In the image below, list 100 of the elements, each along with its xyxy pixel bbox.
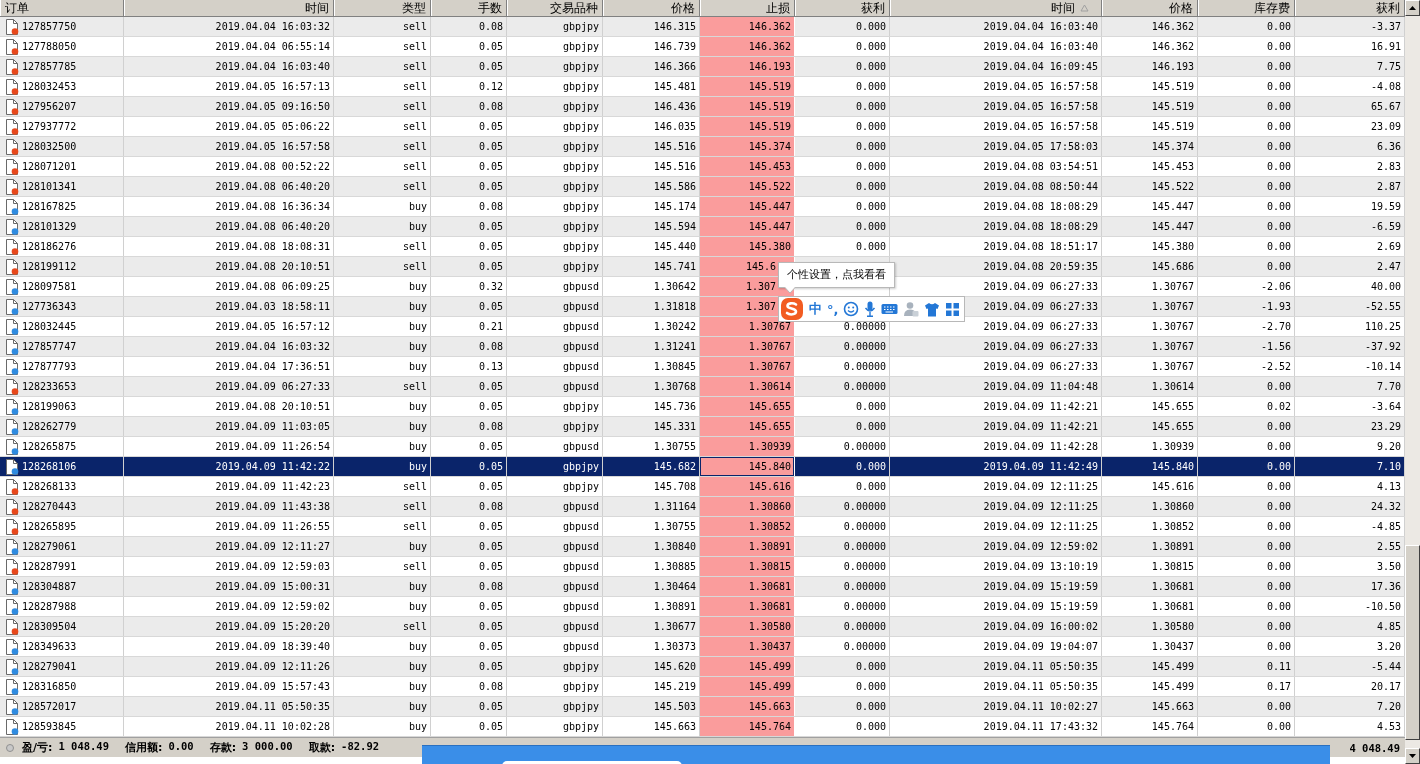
column-header[interactable]: 库存费 [1198, 0, 1295, 16]
table-cell: 2019.04.08 06:40:20 [124, 177, 334, 196]
punctuation-toggle[interactable]: °, [827, 301, 839, 317]
table-cell: 145.519 [700, 97, 795, 116]
table-row[interactable]: 128270443 2019.04.09 11:43:38 sell 0.08 gbpusd 1.31164 1.30860 0.00000 2019.04.09 12:11:25 1.30860 0.00 24.32 [0, 497, 1405, 517]
scroll-up-button[interactable] [1405, 0, 1420, 16]
table-cell: 0.05 [431, 137, 507, 156]
table-cell: 146.362 [1102, 17, 1198, 36]
table-cell: 2019.04.11 10:02:28 [124, 717, 334, 736]
table-cell: 145.519 [700, 77, 795, 96]
table-cell: 1.30767 [1102, 337, 1198, 356]
table-cell: 0.05 [431, 597, 507, 616]
table-cell: 2019.04.08 20:10:51 [124, 257, 334, 276]
document-icon [5, 138, 19, 155]
table-cell: 0.21 [431, 317, 507, 336]
table-cell: 1.30681 [1102, 577, 1198, 596]
status-value: 1 048.49 [58, 740, 109, 754]
document-icon [5, 638, 19, 655]
table-row[interactable]: 128262779 2019.04.09 11:03:05 buy 0.08 gbpjpy 145.331 145.655 0.000 2019.04.09 11:42:21 145.655 0.00 23.29 [0, 417, 1405, 437]
document-icon [5, 678, 19, 695]
table-cell: 0.000 [795, 217, 890, 236]
column-header[interactable]: 手数 [431, 0, 507, 16]
table-cell: 2019.04.11 17:43:32 [890, 717, 1102, 736]
table-row[interactable]: 128309504 2019.04.09 15:20:20 sell 0.05 gbpusd 1.30677 1.30580 0.00000 2019.04.09 16:00:02 1.30580 0.00 4.85 [0, 617, 1405, 637]
order-number: 127857785 [22, 60, 77, 74]
table-cell: gbpusd [507, 317, 603, 336]
scroll-thumb[interactable] [1405, 545, 1420, 740]
column-header[interactable]: 止损 [700, 0, 795, 16]
column-header[interactable]: 订单 [0, 0, 124, 16]
table-row[interactable]: 127857747 2019.04.04 16:03:32 buy 0.08 gbpusd 1.31241 1.30767 0.00000 2019.04.09 06:27:33 1.30767 -1.56 -37.92 [0, 337, 1405, 357]
shirt-icon [924, 301, 941, 317]
table-cell: gbpjpy [507, 657, 603, 676]
table-cell: 2019.04.09 12:11:27 [124, 537, 334, 556]
table-cell: gbpjpy [507, 477, 603, 496]
order-number: 128593845 [22, 720, 77, 734]
table-cell: sell [334, 237, 431, 256]
table-cell: -2.70 [1198, 317, 1295, 336]
table-cell: sell [334, 377, 431, 396]
table-cell: 2019.04.09 12:11:25 [890, 517, 1102, 536]
table-cell: 2019.04.05 17:58:03 [890, 137, 1102, 156]
document-icon [5, 358, 19, 375]
scroll-down-button[interactable] [1405, 748, 1420, 764]
microphone-icon [864, 301, 877, 317]
table-cell: gbpjpy [507, 397, 603, 416]
table-cell: 0.05 [431, 437, 507, 456]
table-cell: buy [334, 277, 431, 296]
table-row[interactable]: 128101329 2019.04.08 06:40:20 buy 0.05 gbpjpy 145.594 145.447 0.000 2019.04.08 18:08:29 145.447 0.00 -6.59 [0, 217, 1405, 237]
table-row[interactable]: 127857750 2019.04.04 16:03:32 sell 0.08 gbpjpy 146.315 146.362 0.000 2019.04.04 16:03:40 146.362 0.00 -3.37 [0, 17, 1405, 37]
table-cell: 1.30860 [1102, 497, 1198, 516]
table-cell: 2019.04.04 16:03:40 [890, 17, 1102, 36]
table-row[interactable]: 128101341 2019.04.08 06:40:20 sell 0.05 gbpjpy 145.586 145.522 0.000 2019.04.08 08:50:44 145.522 0.00 2.87 [0, 177, 1405, 197]
table-cell: 2019.04.04 16:09:45 [890, 57, 1102, 76]
table-cell: 1.30852 [700, 517, 795, 536]
table-cell: 1.30891 [1102, 537, 1198, 556]
table-cell: 0.00 [1198, 517, 1295, 536]
table-cell: 2019.04.09 11:42:22 [124, 457, 334, 476]
table-cell: gbpusd [507, 337, 603, 356]
table-row[interactable]: 128279041 2019.04.09 12:11:26 buy 0.05 gbpjpy 145.620 145.499 0.000 2019.04.11 05:50:35 145.499 0.11 -5.44 [0, 657, 1405, 677]
table-row[interactable]: 127956207 2019.04.05 09:16:50 sell 0.08 gbpjpy 146.436 145.519 0.000 2019.04.05 16:57:58 145.519 0.00 65.67 [0, 97, 1405, 117]
column-header[interactable]: 价格 [603, 0, 700, 16]
table-row[interactable]: 128593845 2019.04.11 10:02:28 buy 0.05 gbpjpy 145.663 145.764 0.000 2019.04.11 17:43:32 145.764 0.00 4.53 [0, 717, 1405, 737]
table-cell: 2019.04.03 18:58:11 [124, 297, 334, 316]
table-cell: gbpusd [507, 517, 603, 536]
table-cell: 0.000 [795, 397, 890, 416]
table-cell: 145.453 [1102, 157, 1198, 176]
table-cell: 2019.04.09 19:04:07 [890, 637, 1102, 656]
table-cell: 2019.04.09 16:00:02 [890, 617, 1102, 636]
table-row[interactable]: 127857785 2019.04.04 16:03:40 sell 0.05 gbpjpy 146.366 146.193 0.000 2019.04.04 16:09:45 146.193 0.00 7.75 [0, 57, 1405, 77]
table-cell: 2019.04.09 11:26:55 [124, 517, 334, 536]
table-cell: -2.52 [1198, 357, 1295, 376]
column-header[interactable]: 获利 [795, 0, 890, 16]
table-cell: 145.840 [1102, 457, 1198, 476]
table-cell: 0.05 [431, 717, 507, 736]
table-row[interactable]: 128304887 2019.04.09 15:00:31 buy 0.08 gbpusd 1.30464 1.30681 0.00000 2019.04.09 15:19:59 1.30681 0.00 17.36 [0, 577, 1405, 597]
table-cell: gbpjpy [507, 237, 603, 256]
table-cell: sell [334, 177, 431, 196]
table-cell: 0.00000 [795, 577, 890, 596]
table-cell: buy [334, 217, 431, 236]
table-cell: 145.519 [700, 117, 795, 136]
input-mode-toggle[interactable]: 中 [809, 300, 822, 318]
column-header[interactable]: 交易品种 [507, 0, 603, 16]
table-row[interactable]: 128572017 2019.04.11 05:50:35 buy 0.05 gbpjpy 145.503 145.663 0.000 2019.04.11 10:02:27 145.663 0.00 7.20 [0, 697, 1405, 717]
table-cell: 0.17 [1198, 677, 1295, 696]
table-row[interactable]: 128233653 2019.04.09 06:27:33 sell 0.05 gbpusd 1.30768 1.30614 0.00000 2019.04.09 11:04:48 1.30614 0.00 7.70 [0, 377, 1405, 397]
table-cell: 145.447 [1102, 197, 1198, 216]
table-cell: gbpusd [507, 597, 603, 616]
column-header[interactable]: 时间 [890, 0, 1102, 16]
table-cell: gbpjpy [507, 37, 603, 56]
order-number: 128167825 [22, 200, 77, 214]
scrollbar[interactable] [1405, 0, 1420, 764]
table-row[interactable]: 128268106 2019.04.09 11:42:22 buy 0.05 gbpjpy 145.682 145.840 0.000 2019.04.09 11:42:49 145.840 0.00 7.10 [0, 457, 1405, 477]
column-header[interactable]: 时间 [124, 0, 334, 16]
table-cell: gbpjpy [507, 697, 603, 716]
table-row[interactable]: 128032500 2019.04.05 16:57:58 sell 0.05 gbpjpy 145.516 145.374 0.000 2019.04.05 17:58:03 145.374 0.00 6.36 [0, 137, 1405, 157]
column-header[interactable]: 价格 [1102, 0, 1198, 16]
column-header[interactable]: 类型 [334, 0, 431, 16]
table-cell: gbpjpy [507, 157, 603, 176]
table-row[interactable]: 128279061 2019.04.09 12:11:27 buy 0.05 gbpusd 1.30840 1.30891 0.00000 2019.04.09 12:59:02 1.30891 0.00 2.55 [0, 537, 1405, 557]
order-number: 128032445 [22, 320, 77, 334]
table-cell: gbpjpy [507, 17, 603, 36]
